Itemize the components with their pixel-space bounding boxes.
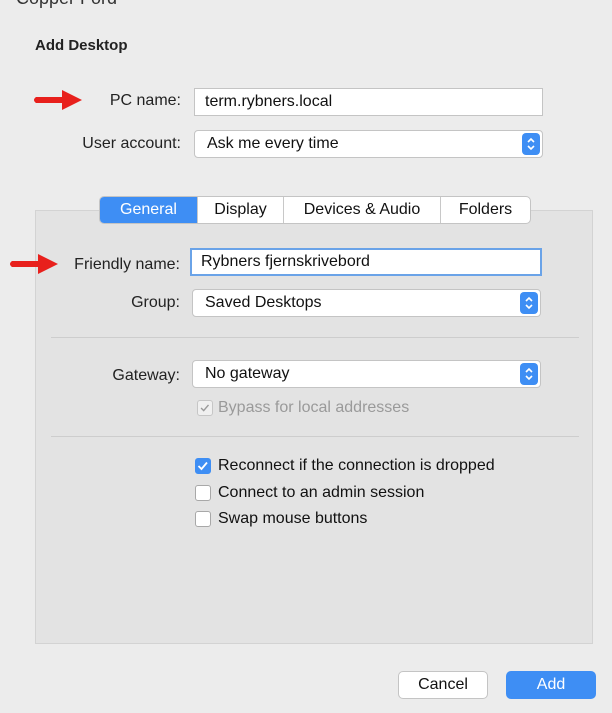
user-account-label: User account: <box>82 135 181 152</box>
chevron-updown-icon <box>520 292 538 314</box>
gateway-popup[interactable]: No gateway <box>192 360 541 388</box>
group-label: Group: <box>131 294 180 311</box>
bypass-checkbox[interactable] <box>197 400 213 416</box>
gateway-value: No gateway <box>205 365 290 382</box>
checkmark-icon <box>197 461 208 471</box>
tab-display[interactable]: Display <box>198 197 284 223</box>
swap-mouse-label: Swap mouse buttons <box>218 510 368 527</box>
cancel-button[interactable]: Cancel <box>398 671 488 699</box>
checkmark-icon <box>200 404 210 412</box>
dialog-title: Add Desktop <box>35 37 128 54</box>
tab-general[interactable]: General <box>100 197 198 223</box>
reconnect-checkbox[interactable] <box>195 458 211 474</box>
tab-devices-audio[interactable]: Devices & Audio <box>284 197 441 223</box>
cut-off-text: Copper Ford <box>16 0 117 9</box>
group-popup[interactable]: Saved Desktops <box>192 289 541 317</box>
tab-folders[interactable]: Folders <box>441 197 530 223</box>
swap-mouse-checkbox[interactable] <box>195 511 211 527</box>
add-button[interactable]: Add <box>506 671 596 699</box>
friendly-name-label: Friendly name: <box>74 256 180 273</box>
reconnect-label: Reconnect if the connection is dropped <box>218 457 495 474</box>
divider <box>51 436 579 437</box>
user-account-value: Ask me every time <box>207 135 339 152</box>
tab-bar: General Display Devices & Audio Folders <box>99 196 531 224</box>
red-arrow-icon <box>34 90 82 110</box>
gateway-label: Gateway: <box>112 367 180 384</box>
user-account-popup[interactable]: Ask me every time <box>194 130 543 158</box>
divider <box>51 337 579 338</box>
admin-session-checkbox[interactable] <box>195 485 211 501</box>
chevron-updown-icon <box>522 133 540 155</box>
pc-name-label: PC name: <box>109 92 181 109</box>
group-value: Saved Desktops <box>205 294 322 311</box>
friendly-name-input[interactable]: Rybners fjernskrivebord <box>190 248 542 276</box>
pc-name-input[interactable]: term.rybners.local <box>194 88 543 116</box>
chevron-updown-icon <box>520 363 538 385</box>
bypass-label: Bypass for local addresses <box>218 399 410 416</box>
red-arrow-icon <box>10 254 58 274</box>
admin-session-label: Connect to an admin session <box>218 484 425 501</box>
